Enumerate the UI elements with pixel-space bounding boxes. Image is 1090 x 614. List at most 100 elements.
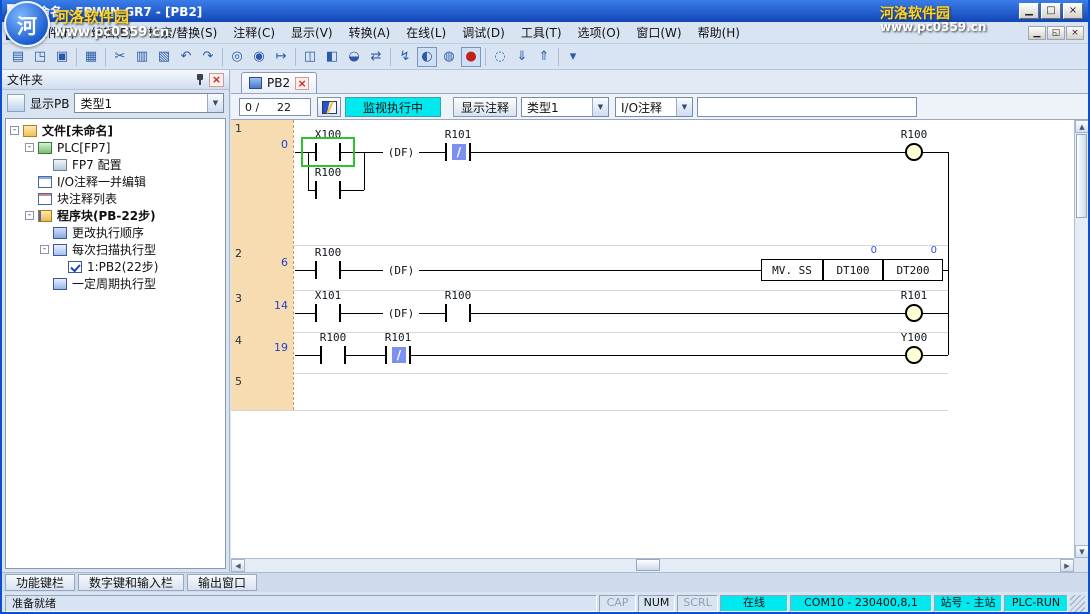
program-mode-icon[interactable]: ◌ — [490, 47, 510, 67]
monitor-toggle-button[interactable] — [317, 97, 341, 117]
menu-item[interactable]: 调试(D) — [454, 21, 513, 44]
tree-expander-icon[interactable]: - — [10, 126, 19, 135]
panel-close-button[interactable]: × — [209, 73, 224, 87]
new-file-icon[interactable]: ▤ — [8, 47, 28, 67]
tab-pb2[interactable]: PB2 × — [241, 72, 317, 93]
horizontal-scrollbar[interactable]: ◀ ▶ — [231, 558, 1074, 572]
rung-header-cell[interactable]: 419 — [231, 332, 293, 373]
ladder-contact-not[interactable]: / — [385, 346, 411, 364]
rung-header-cell[interactable]: 26 — [231, 245, 293, 290]
chevron-down-icon[interactable]: ▼ — [676, 98, 692, 116]
scroll-right-button[interactable]: ▶ — [1060, 559, 1074, 572]
chevron-down-icon[interactable]: ▼ — [592, 98, 608, 116]
cut-icon[interactable]: ✂ — [110, 47, 130, 67]
tree-item[interactable]: -程序块(PB-22步) — [6, 207, 225, 224]
tree-expander-icon[interactable]: - — [25, 211, 34, 220]
menu-item[interactable]: 注释(C) — [225, 21, 283, 44]
ladder-contact[interactable] — [320, 346, 346, 364]
ladder-coil[interactable] — [905, 143, 923, 161]
vertical-scrollbar[interactable]: ▲ ▼ — [1074, 120, 1088, 558]
delete-row-icon[interactable]: ◧ — [322, 47, 342, 67]
redo-icon[interactable]: ↷ — [198, 47, 218, 67]
menu-item[interactable]: 帮助(H) — [690, 21, 748, 44]
pb-type-select[interactable]: 类型1 ▼ — [74, 93, 224, 113]
tree-item[interactable]: 块注释列表 — [6, 190, 225, 207]
more-options-icon[interactable]: ▾ — [563, 47, 583, 67]
horizontal-scroll-thumb[interactable] — [636, 559, 660, 571]
pin-icon[interactable] — [195, 73, 205, 86]
instruction-box[interactable]: DT200 — [883, 259, 943, 281]
menu-item[interactable]: 工具(T) — [513, 21, 570, 44]
save-icon[interactable]: ▣ — [52, 47, 72, 67]
close-button[interactable]: × — [1063, 3, 1083, 19]
minimize-button[interactable]: ▁ — [1019, 3, 1039, 19]
undo-icon[interactable]: ↶ — [176, 47, 196, 67]
menu-item[interactable]: 转换(A) — [341, 21, 399, 44]
online-edit-icon[interactable]: ↯ — [395, 47, 415, 67]
vertical-scroll-thumb[interactable] — [1076, 134, 1087, 218]
download-to-plc-icon[interactable]: ⇓ — [512, 47, 532, 67]
mdi-minimize-button[interactable]: ▁ — [1028, 26, 1046, 40]
horizontal-scroll-track[interactable] — [245, 559, 1060, 572]
df-instruction[interactable]: (DF) — [383, 305, 419, 321]
io-comment-field[interactable] — [697, 97, 917, 117]
tree-item[interactable]: I/O注释一并编辑 — [6, 173, 225, 190]
jump-icon[interactable]: ↦ — [271, 47, 291, 67]
show-comment-button[interactable]: 显示注释 — [453, 97, 517, 117]
scroll-left-button[interactable]: ◀ — [231, 559, 245, 572]
df-instruction[interactable]: (DF) — [383, 144, 419, 160]
bottom-tab[interactable]: 输出窗口 — [187, 574, 257, 591]
maximize-button[interactable]: □ — [1041, 3, 1061, 19]
comment-toggle-icon[interactable]: ◒ — [344, 47, 364, 67]
menu-item[interactable]: 在线(L) — [398, 21, 454, 44]
ladder-contact[interactable] — [315, 181, 341, 199]
ladder-contact[interactable] — [445, 304, 471, 322]
scroll-up-button[interactable]: ▲ — [1075, 120, 1089, 133]
menu-item[interactable]: 显示(V) — [283, 21, 341, 44]
tab-close-button[interactable]: × — [295, 77, 309, 90]
bottom-tab[interactable]: 数字键和输入栏 — [78, 574, 184, 591]
tree-item[interactable]: -PLC[FP7] — [6, 139, 225, 156]
chevron-down-icon[interactable]: ▼ — [207, 94, 223, 112]
io-comment-select[interactable]: I/O注释 ▼ — [615, 97, 693, 117]
convert-program-icon[interactable]: ⇄ — [366, 47, 386, 67]
tree-item[interactable]: FP7 配置 — [6, 156, 225, 173]
find-next-icon[interactable]: ◉ — [249, 47, 269, 67]
rung-header-cell[interactable]: 10 — [231, 120, 293, 245]
find-icon[interactable]: ◎ — [227, 47, 247, 67]
tree-item[interactable]: 1:PB2(22步) — [6, 258, 225, 275]
paste-icon[interactable]: ▧ — [154, 47, 174, 67]
comment-type-select[interactable]: 类型1 ▼ — [521, 97, 609, 117]
run-mode-icon[interactable]: ● — [461, 47, 481, 67]
ladder-coil[interactable] — [905, 304, 923, 322]
ladder-contact-not[interactable]: / — [445, 143, 471, 161]
menu-item[interactable]: 选项(O) — [570, 21, 629, 44]
pb-display-icon[interactable] — [7, 94, 25, 112]
ladder-contact[interactable] — [315, 261, 341, 279]
tree-item[interactable]: -每次扫描执行型 — [6, 241, 225, 258]
copy-icon[interactable]: ▥ — [132, 47, 152, 67]
ladder-coil[interactable] — [905, 346, 923, 364]
mdi-restore-button[interactable]: ◱ — [1047, 26, 1065, 40]
menu-item[interactable]: 窗口(W) — [628, 21, 689, 44]
bottom-tab[interactable]: 功能键栏 — [5, 574, 75, 591]
upload-from-plc-icon[interactable]: ⇑ — [534, 47, 554, 67]
scroll-down-button[interactable]: ▼ — [1075, 545, 1089, 558]
ladder-contact[interactable] — [315, 304, 341, 322]
df-instruction[interactable]: (DF) — [383, 262, 419, 278]
ladder-canvas[interactable]: 10263144195X100R100(DF)/R101R100R100(DF)… — [231, 120, 1074, 558]
print-icon[interactable]: ▦ — [81, 47, 101, 67]
tree-expander-icon[interactable]: - — [40, 245, 49, 254]
open-file-icon[interactable]: ◳ — [30, 47, 50, 67]
instruction-box[interactable]: MV. SS — [761, 259, 823, 281]
tree-item[interactable]: 一定周期执行型 — [6, 275, 225, 292]
tree-item[interactable]: 更改执行顺序 — [6, 224, 225, 241]
monitor-icon[interactable]: ◐ — [417, 47, 437, 67]
mdi-close-button[interactable]: × — [1066, 26, 1084, 40]
instruction-box[interactable]: DT100 — [823, 259, 883, 281]
tree-item[interactable]: -文件[未命名] — [6, 122, 225, 139]
resize-grip[interactable] — [1070, 595, 1085, 612]
insert-row-icon[interactable]: ◫ — [300, 47, 320, 67]
tree-expander-icon[interactable]: - — [25, 143, 34, 152]
device-monitor-icon[interactable]: ◍ — [439, 47, 459, 67]
